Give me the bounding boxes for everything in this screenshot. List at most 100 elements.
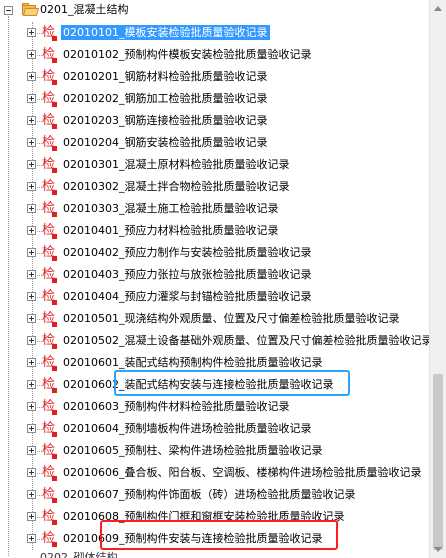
tree-node-root[interactable]: 0201_混凝土结构 <box>0 0 429 22</box>
expand-toggle[interactable] <box>27 28 36 37</box>
inspection-record-icon: 检 <box>42 443 57 459</box>
vertical-scrollbar[interactable] <box>429 0 446 558</box>
tree-item-label[interactable]: 02010203_钢筋连接检验批质量验收记录 <box>61 113 270 128</box>
tree-item-label[interactable]: 02010605_预制柱、梁构件进场检验批质量验收记录 <box>61 443 325 458</box>
expand-toggle[interactable] <box>27 314 36 323</box>
tree-item[interactable]: 检 02010101_模板安装检验批质量验收记录 <box>0 22 429 44</box>
inspection-record-icon: 检 <box>42 135 57 151</box>
expand-toggle[interactable] <box>27 424 36 433</box>
folder-open-icon <box>22 3 40 16</box>
tree-item[interactable]: 检 02010604_预制墙板构件进场检验批质量验收记录 <box>0 418 429 440</box>
red-highlight-annotation <box>100 520 338 550</box>
expand-toggle[interactable] <box>27 292 36 301</box>
tree-item-label[interactable]: 02010604_预制墙板构件进场检验批质量验收记录 <box>61 421 314 436</box>
tree-item-label[interactable]: 02010607_预制构件饰面板（砖）进场检验批质量验收记录 <box>61 487 358 502</box>
tree-item[interactable]: 检 02010301_混凝土原材料检验批质量验收记录 <box>0 154 429 176</box>
tree-node-next[interactable]: 0202_砌体结构 <box>40 550 118 558</box>
tree-item-label[interactable]: 02010303_混凝土施工检验批质量验收记录 <box>61 201 281 216</box>
expand-toggle[interactable] <box>27 380 36 389</box>
tree-item[interactable]: 检 02010402_预应力制作与安装检验批质量验收记录 <box>0 242 429 264</box>
expand-toggle[interactable] <box>27 160 36 169</box>
expand-toggle[interactable] <box>27 270 36 279</box>
tree-item[interactable]: 检 02010605_预制柱、梁构件进场检验批质量验收记录 <box>0 440 429 462</box>
tree-item-label[interactable]: 02010401_预应力材料检验批质量验收记录 <box>61 223 281 238</box>
inspection-record-icon: 检 <box>42 311 57 327</box>
inspection-record-icon: 检 <box>42 91 57 107</box>
tree-item[interactable]: 检 02010607_预制构件饰面板（砖）进场检验批质量验收记录 <box>0 484 429 506</box>
tree-view: 0201_混凝土结构 检 02010101_模板安装检验批质量验收记录检 02010… <box>0 0 429 558</box>
tree-item[interactable]: 检 02010502_混凝土设备基础外观质量、位置及尺寸偏差检验批质量验收记录 <box>0 330 429 352</box>
tree-item[interactable]: 检 02010201_钢筋材料检验批质量验收记录 <box>0 66 429 88</box>
tree-item-label[interactable]: 02010501_现浇结构外观质量、位置及尺寸偏差检验批质量验收记录 <box>61 311 402 326</box>
tree-item[interactable]: 检 02010102_预制构件模板安装检验批质量验收记录 <box>0 44 429 66</box>
tree-item[interactable]: 检 02010302_混凝土拌合物检验批质量验收记录 <box>0 176 429 198</box>
tree-item[interactable]: 检 02010603_预制构件材料检验批质量验收记录 <box>0 396 429 418</box>
expand-toggle[interactable] <box>27 468 36 477</box>
tree-item-label[interactable]: 02010402_预应力制作与安装检验批质量验收记录 <box>61 245 314 260</box>
expand-toggle[interactable] <box>27 446 36 455</box>
expand-toggle[interactable] <box>27 336 36 345</box>
tree-item[interactable]: 检 02010501_现浇结构外观质量、位置及尺寸偏差检验批质量验收记录 <box>0 308 429 330</box>
inspection-record-icon: 检 <box>42 421 57 437</box>
expand-toggle[interactable] <box>27 138 36 147</box>
expand-toggle[interactable] <box>27 490 36 499</box>
tree-item[interactable]: 检 02010303_混凝土施工检验批质量验收记录 <box>0 198 429 220</box>
inspection-record-icon: 检 <box>42 69 57 85</box>
tree-item-label[interactable]: 02010404_预应力灌浆与封锚检验批质量验收记录 <box>61 289 314 304</box>
scroll-up-icon[interactable] <box>434 6 442 11</box>
expand-toggle[interactable] <box>27 204 36 213</box>
tree-item[interactable]: 检 02010202_钢筋加工检验批质量验收记录 <box>0 88 429 110</box>
tree-item-label[interactable]: 02010101_模板安装检验批质量验收记录 <box>61 25 270 40</box>
expand-toggle[interactable] <box>27 512 36 521</box>
inspection-record-icon: 检 <box>42 531 57 547</box>
tree-item[interactable]: 检 02010404_预应力灌浆与封锚检验批质量验收记录 <box>0 286 429 308</box>
inspection-record-icon: 检 <box>42 245 57 261</box>
tree-item-label[interactable]: 02010403_预应力张拉与放张检验批质量验收记录 <box>61 267 314 282</box>
inspection-record-icon: 检 <box>42 333 57 349</box>
expand-toggle[interactable] <box>27 358 36 367</box>
tree-item-label[interactable]: 02010301_混凝土原材料检验批质量验收记录 <box>61 157 292 172</box>
inspection-record-icon: 检 <box>42 355 57 371</box>
tree-item[interactable]: 检 02010401_预应力材料检验批质量验收记录 <box>0 220 429 242</box>
inspection-record-icon: 检 <box>42 179 57 195</box>
tree-item-label[interactable]: 02010201_钢筋材料检验批质量验收记录 <box>61 69 270 84</box>
tree-item-label[interactable]: 02010606_叠合板、阳台板、空调板、楼梯构件进场检验批质量验收记录 <box>61 465 424 480</box>
expand-toggle[interactable] <box>27 402 36 411</box>
inspection-record-icon: 检 <box>42 113 57 129</box>
expand-toggle[interactable] <box>27 182 36 191</box>
expand-toggle[interactable] <box>27 116 36 125</box>
tree-item-label[interactable]: 02010204_钢筋安装检验批质量验收记录 <box>61 135 270 150</box>
tree-item[interactable]: 检 02010204_钢筋安装检验批质量验收记录 <box>0 132 429 154</box>
expand-toggle[interactable] <box>27 534 36 543</box>
tree-item-label[interactable]: 02010601_装配式结构预制构件检验批质量验收记录 <box>61 355 325 370</box>
inspection-record-icon: 检 <box>42 267 57 283</box>
inspection-record-icon: 检 <box>42 25 57 41</box>
tree-node-label[interactable]: 0201_混凝土结构 <box>40 3 129 17</box>
inspection-record-icon: 检 <box>42 399 57 415</box>
inspection-record-icon: 检 <box>42 509 57 525</box>
blue-highlight-annotation <box>114 370 350 396</box>
expand-toggle[interactable] <box>27 226 36 235</box>
expand-toggle[interactable] <box>27 248 36 257</box>
inspection-record-icon: 检 <box>42 47 57 63</box>
inspection-record-icon: 检 <box>42 157 57 173</box>
tree-item-label[interactable]: 02010302_混凝土拌合物检验批质量验收记录 <box>61 179 292 194</box>
inspection-record-icon: 检 <box>42 201 57 217</box>
tree-item[interactable]: 检 02010403_预应力张拉与放张检验批质量验收记录 <box>0 264 429 286</box>
tree-item-label[interactable]: 02010202_钢筋加工检验批质量验收记录 <box>61 91 270 106</box>
inspection-record-icon: 检 <box>42 487 57 503</box>
tree-item[interactable]: 检 02010606_叠合板、阳台板、空调板、楼梯构件进场检验批质量验收记录 <box>0 462 429 484</box>
scroll-down-icon[interactable] <box>434 547 442 552</box>
tree-item-label[interactable]: 02010102_预制构件模板安装检验批质量验收记录 <box>61 47 314 62</box>
expand-toggle[interactable] <box>27 94 36 103</box>
tree-item[interactable]: 检 02010203_钢筋连接检验批质量验收记录 <box>0 110 429 132</box>
inspection-record-icon: 检 <box>42 465 57 481</box>
inspection-record-icon: 检 <box>42 377 57 393</box>
tree-item-label[interactable]: 02010603_预制构件材料检验批质量验收记录 <box>61 399 292 414</box>
scrollbar-thumb[interactable] <box>433 374 443 550</box>
expand-toggle[interactable] <box>27 50 36 59</box>
collapse-toggle[interactable] <box>4 6 13 15</box>
inspection-record-icon: 检 <box>42 223 57 239</box>
expand-toggle[interactable] <box>27 72 36 81</box>
tree-item-label[interactable]: 02010502_混凝土设备基础外观质量、位置及尺寸偏差检验批质量验收记录 <box>61 333 429 348</box>
